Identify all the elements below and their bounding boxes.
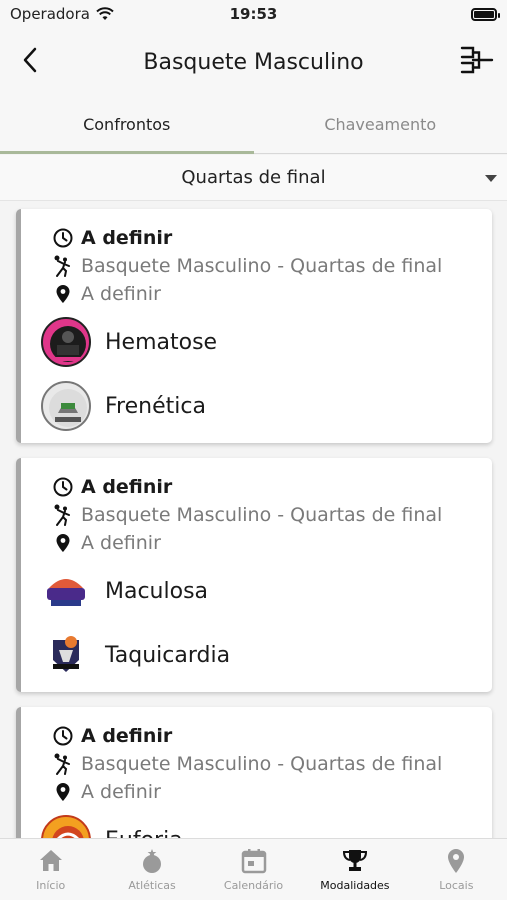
team-name: Euforia <box>105 828 183 839</box>
trophy-icon <box>342 850 367 871</box>
map-pin-icon <box>448 849 465 873</box>
match-time-row: A definir <box>53 476 172 498</box>
match-place-row: A definir <box>53 781 161 803</box>
bottom-tab-bar: Início Atléticas Calendário Modalidades … <box>0 838 507 900</box>
match-time: A definir <box>81 476 173 498</box>
status-bar: Operadora 19:53 <box>0 0 507 28</box>
team-row[interactable]: Taquicardia <box>41 630 230 680</box>
match-sport: Basquete Masculino - Quartas de final <box>81 504 443 526</box>
match-place: A definir <box>81 283 161 305</box>
tabbar-label: Modalidades <box>320 879 390 892</box>
match-sport-row: Basquete Masculino - Quartas de final <box>53 504 442 526</box>
basketball-player-icon <box>53 504 73 526</box>
tabbar-item-atleticas[interactable]: Atléticas <box>101 839 202 900</box>
team-row[interactable]: Frenética <box>41 381 206 431</box>
clock-icon <box>53 726 73 746</box>
match-time: A definir <box>81 725 173 747</box>
team-logo <box>41 815 91 838</box>
bracket-button[interactable] <box>459 42 495 78</box>
tabbar-item-modalidades[interactable]: Modalidades <box>304 839 405 900</box>
tabbar-label: Calendário <box>223 879 284 892</box>
carrier-label: Operadora <box>10 5 90 23</box>
match-card[interactable]: A definir Basquete Masculino - Quartas d… <box>16 458 492 692</box>
match-time: A definir <box>81 227 173 249</box>
match-card[interactable]: A definir Basquete Masculino - Quartas d… <box>16 707 492 838</box>
map-pin-icon <box>53 782 73 802</box>
map-pin-icon <box>53 284 73 304</box>
match-place: A definir <box>81 532 161 554</box>
tabbar-label: Atléticas <box>128 879 176 892</box>
nav-bar: Basquete Masculino <box>0 28 507 96</box>
match-time-row: A definir <box>53 725 172 747</box>
match-card[interactable]: A definir Basquete Masculino - Quartas d… <box>16 209 492 443</box>
match-sport-row: Basquete Masculino - Quartas de final <box>53 255 442 277</box>
match-sport: Basquete Masculino - Quartas de final <box>81 255 443 277</box>
tab-chaveamento[interactable]: Chaveamento <box>254 96 507 153</box>
chevron-left-icon <box>23 47 37 73</box>
team-row[interactable]: Maculosa <box>41 566 208 616</box>
match-place-row: A definir <box>53 283 161 305</box>
tabbar-label: Locais <box>439 879 474 892</box>
phase-dropdown[interactable]: Quartas de final <box>0 155 507 201</box>
team-row[interactable]: Hematose <box>41 317 217 367</box>
tabbar-item-calendario[interactable]: Calendário <box>203 839 304 900</box>
calendar-icon <box>241 849 266 874</box>
home-icon <box>39 850 62 871</box>
team-name: Frenética <box>105 393 206 419</box>
match-sport-row: Basquete Masculino - Quartas de final <box>53 753 442 775</box>
bracket-icon <box>460 46 494 74</box>
battery-icon <box>471 7 500 21</box>
wifi-icon <box>96 7 114 20</box>
team-name: Maculosa <box>105 578 209 604</box>
match-sport: Basquete Masculino - Quartas de final <box>81 753 443 775</box>
phase-selected-value: Quartas de final <box>181 167 326 188</box>
tabbar-label: Início <box>36 879 66 892</box>
basketball-player-icon <box>53 753 73 775</box>
match-list[interactable]: A definir Basquete Masculino - Quartas d… <box>0 201 507 838</box>
match-time-row: A definir <box>53 227 172 249</box>
team-row[interactable]: Euforia <box>41 815 183 838</box>
team-logo <box>41 381 91 431</box>
team-name: Hematose <box>105 329 218 355</box>
segment-tabs: Confrontos Chaveamento <box>0 96 507 154</box>
tabbar-item-inicio[interactable]: Início <box>0 839 101 900</box>
tabbar-item-locais[interactable]: Locais <box>406 839 507 900</box>
match-place: A definir <box>81 781 161 803</box>
clock-icon <box>53 228 73 248</box>
back-button[interactable] <box>14 44 46 76</box>
clock-icon <box>53 477 73 497</box>
team-logo <box>41 566 91 616</box>
match-place-row: A definir <box>53 532 161 554</box>
chevron-down-icon <box>485 175 497 182</box>
team-logo <box>41 630 91 680</box>
map-pin-icon <box>53 533 73 553</box>
tab-confrontos[interactable]: Confrontos <box>0 96 254 154</box>
basketball-player-icon <box>53 255 73 277</box>
page-title: Basquete Masculino <box>143 49 364 75</box>
team-name: Taquicardia <box>105 642 231 668</box>
team-logo <box>41 317 91 367</box>
medal-icon <box>143 849 162 873</box>
